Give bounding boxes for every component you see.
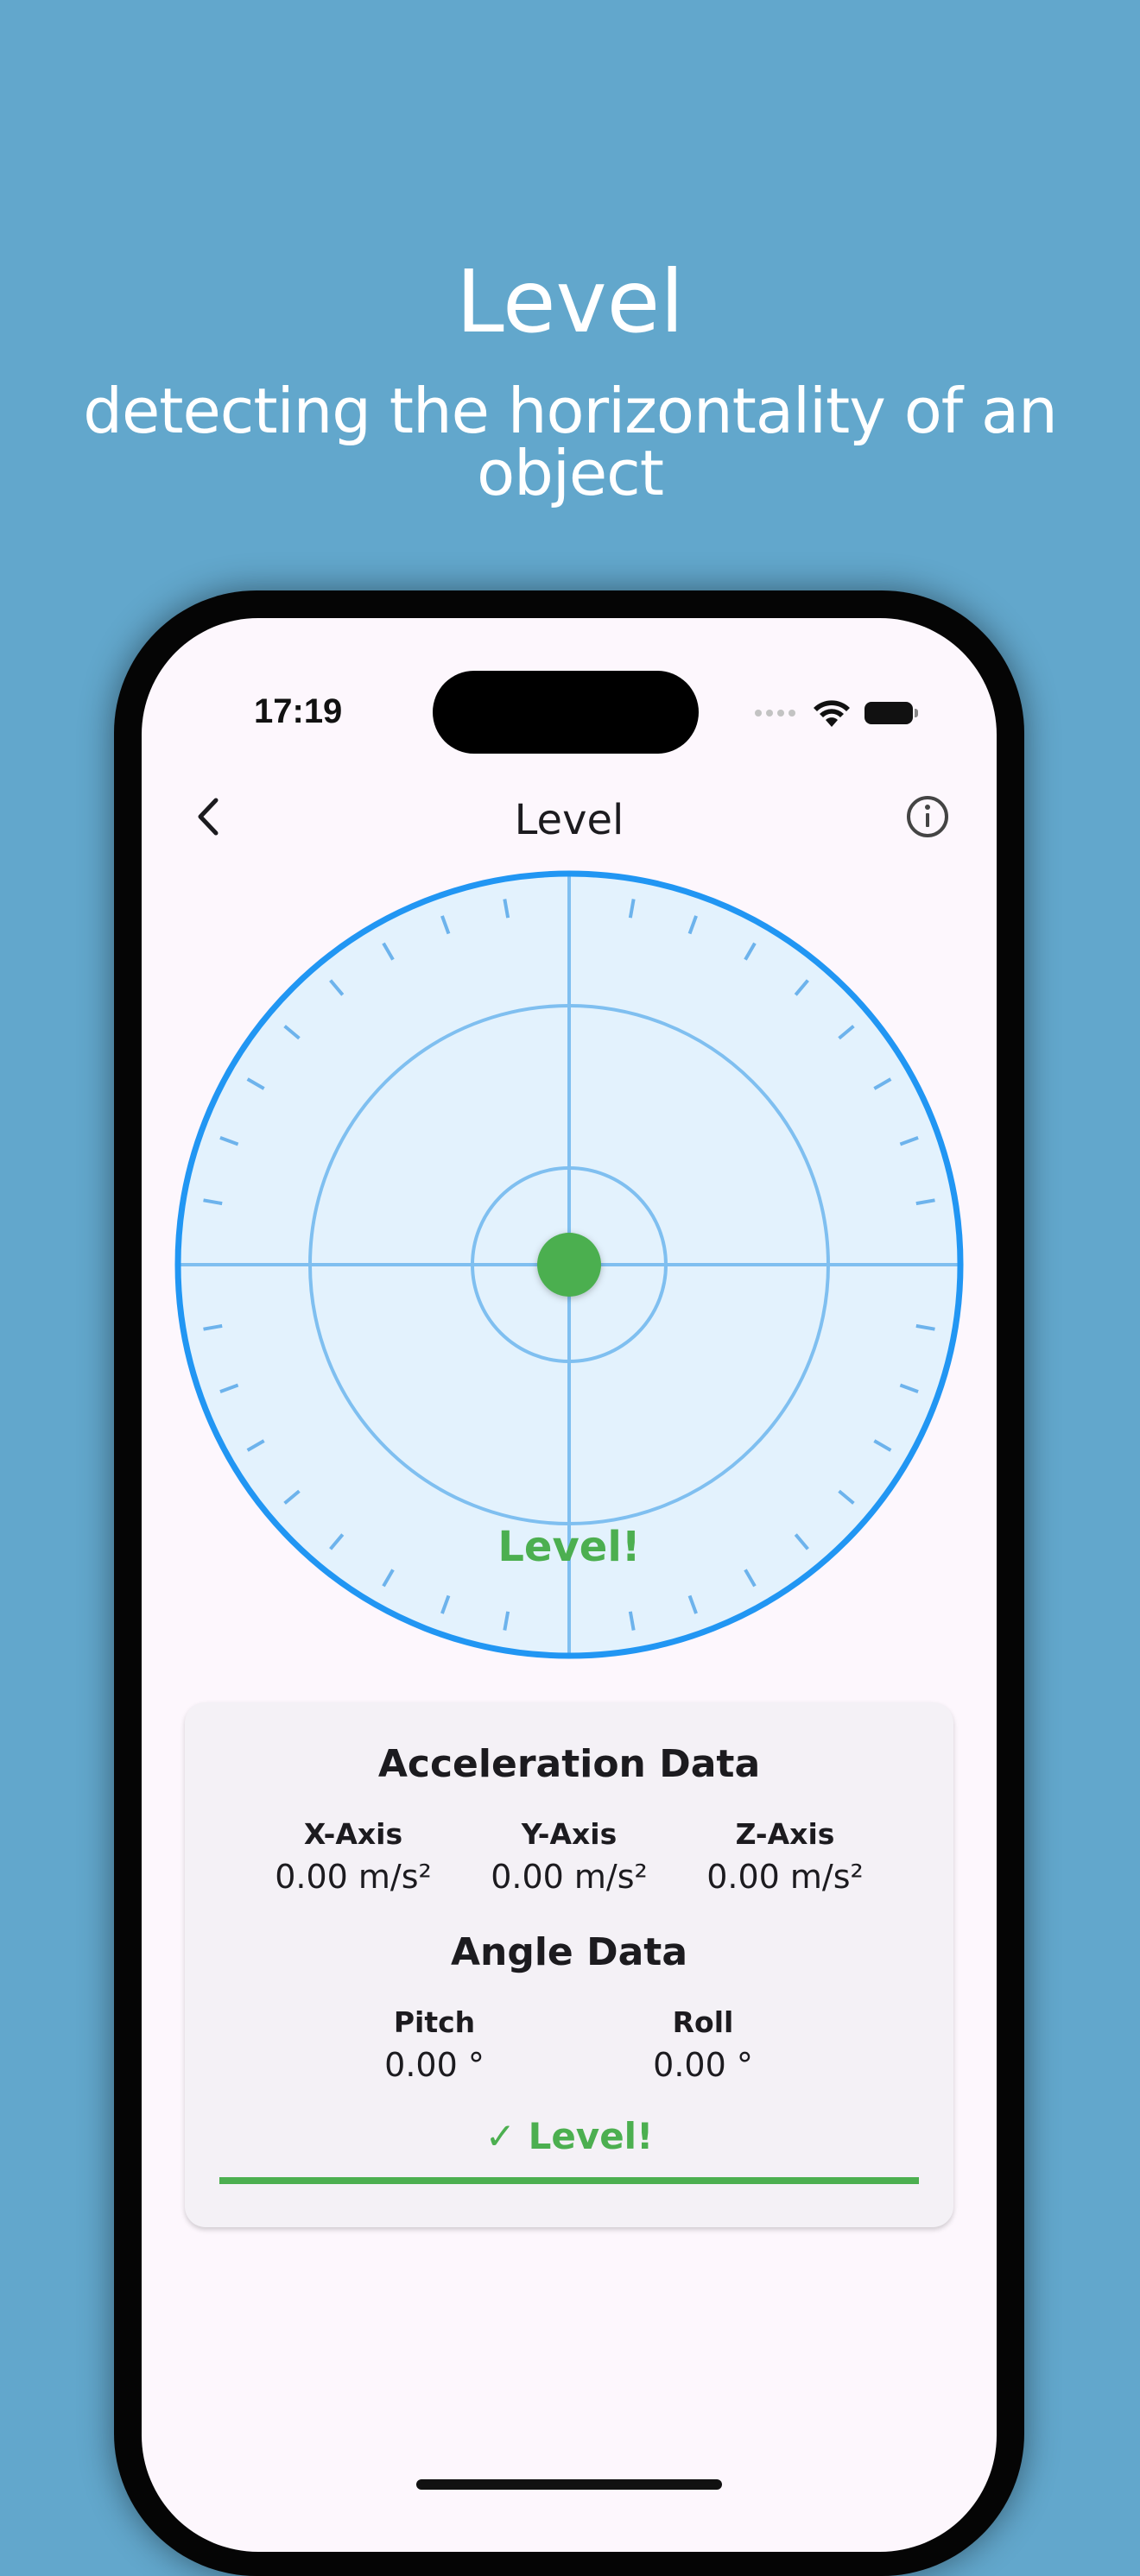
x-axis-metric: X-Axis 0.00 m/s²	[241, 1820, 466, 1893]
page-title: Level	[514, 796, 624, 844]
acceleration-heading: Acceleration Data	[377, 1742, 761, 1786]
phone-frame: 17:19 Level Level! Acceleration Data X-A…	[114, 590, 1024, 2576]
y-axis-metric: Y-Axis 0.00 m/s²	[457, 1820, 681, 1893]
cellular-signal-icon	[755, 710, 795, 717]
promo-subtitle: detecting the horizontality of an object	[83, 375, 1058, 509]
z-axis-label: Z-Axis	[735, 1817, 835, 1851]
roll-metric: Roll 0.00 °	[591, 2008, 815, 2081]
y-axis-label: Y-Axis	[521, 1817, 618, 1851]
z-axis-value: 0.00 m/s²	[706, 1858, 864, 1896]
phone-screen: 17:19 Level Level! Acceleration Data X-A…	[142, 618, 997, 2552]
status-time: 17:19	[254, 692, 343, 730]
pitch-metric: Pitch 0.00 °	[322, 2008, 547, 2081]
level-bubble	[537, 1233, 601, 1297]
y-axis-value: 0.00 m/s²	[491, 1858, 648, 1896]
dynamic-island	[433, 671, 699, 754]
sensor-data-card: Acceleration Data X-Axis 0.00 m/s² Y-Axi…	[185, 1702, 953, 2227]
x-axis-label: X-Axis	[303, 1817, 403, 1851]
info-circle-icon	[907, 796, 948, 837]
pitch-value: 0.00 °	[384, 2046, 484, 2084]
level-status-label: ✓ Level!	[484, 2115, 654, 2157]
status-icons	[755, 696, 918, 730]
info-button[interactable]	[902, 791, 953, 843]
promo-title: Level	[456, 251, 684, 352]
z-axis-metric: Z-Axis 0.00 m/s²	[673, 1820, 897, 1893]
home-indicator[interactable]	[416, 2479, 722, 2490]
battery-icon	[864, 702, 918, 724]
level-progress-bar	[219, 2177, 919, 2184]
roll-value: 0.00 °	[653, 2046, 753, 2084]
x-axis-value: 0.00 m/s²	[275, 1858, 432, 1896]
roll-label: Roll	[672, 2005, 734, 2039]
pitch-label: Pitch	[393, 2005, 476, 2039]
dial-status-label: Level!	[497, 1523, 641, 1571]
angle-heading: Angle Data	[450, 1930, 688, 1974]
level-progress-fill	[219, 2177, 919, 2184]
wifi-icon	[814, 700, 850, 727]
